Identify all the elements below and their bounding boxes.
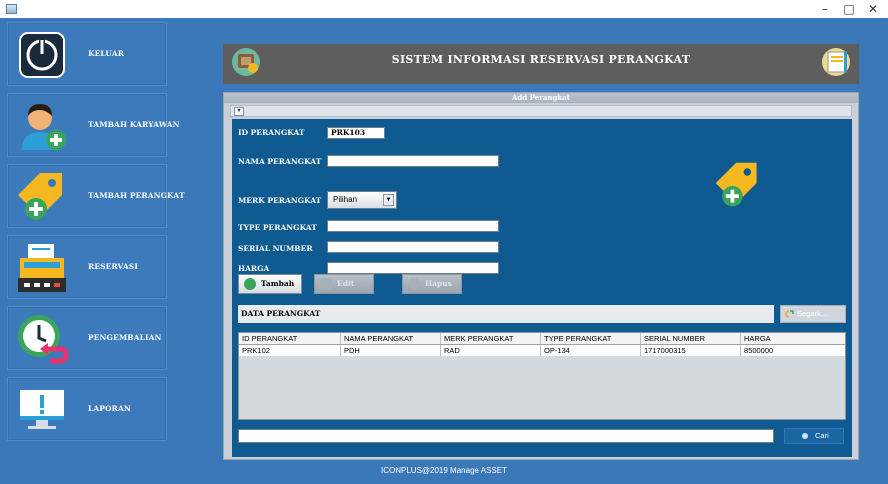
- java-app-icon: [6, 4, 17, 14]
- window-title-bar: – □ ✕: [0, 0, 888, 18]
- plus-icon: [244, 278, 256, 290]
- column-header[interactable]: ID PERANGKAT: [239, 333, 341, 344]
- add-perangkat-frame: Add Perangkat ▾ ID PERANGKAT PRK103 NAMA…: [223, 92, 859, 460]
- table-cell: PRK102: [239, 345, 341, 356]
- merk-selected-value: Pilihan: [333, 195, 358, 204]
- sidebar-item-label: LAPORAN: [88, 404, 131, 413]
- data-table[interactable]: ID PERANGKAT NAMA PERANGKAT MERK PERANGK…: [238, 332, 846, 420]
- refresh-label: Segark...: [797, 309, 828, 318]
- clock-return-icon: [18, 315, 69, 364]
- data-perangkat-title: DATA PERANGKAT: [241, 309, 321, 318]
- app-header: SISTEM INFORMASI RESERVASI PERANGKAT: [223, 44, 859, 84]
- form-panel: ID PERANGKAT PRK103 NAMA PERANGKAT MERK …: [232, 119, 852, 457]
- harga-label: HARGA: [238, 264, 270, 273]
- footer-text: ICONPLUS@2019 Manage ASSET: [381, 466, 507, 475]
- sidebar-item-tambah-perangkat[interactable]: TAMBAH PERANGKAT: [7, 164, 185, 228]
- main-area: KELUAR TAMBAH KARYAWAN TAMBAH PERANGKAT: [0, 18, 888, 484]
- power-icon: [19, 32, 65, 78]
- cash-register-icon: [18, 244, 66, 292]
- delete-icon: [408, 278, 420, 290]
- sidebar-item-label: KELUAR: [88, 49, 125, 58]
- table-cell: 1717000315: [641, 345, 741, 356]
- column-header[interactable]: HARGA: [741, 333, 845, 344]
- search-button[interactable]: Cari: [784, 428, 844, 444]
- sidebar-item-tambah-karyawan[interactable]: TAMBAH KARYAWAN: [7, 93, 180, 157]
- frame-toolstrip: ▾: [230, 105, 852, 117]
- harga-field[interactable]: [327, 262, 499, 274]
- table-cell: 8500000: [744, 346, 774, 355]
- nama-perangkat-field[interactable]: [327, 155, 499, 167]
- nama-perangkat-label: NAMA PERANGKAT: [238, 157, 322, 166]
- sidebar-item-label: PENGEMBALIAN: [88, 333, 162, 342]
- refresh-icon: [785, 310, 794, 318]
- edit-button[interactable]: Edit: [314, 274, 374, 294]
- table-cell: OP-134: [541, 345, 641, 356]
- merk-perangkat-dropdown[interactable]: Pilihan ▼: [327, 191, 397, 209]
- maximize-button[interactable]: □: [838, 1, 860, 17]
- type-perangkat-label: TYPE PERANGKAT: [238, 223, 317, 232]
- sidebar-item-keluar[interactable]: KELUAR: [7, 22, 167, 86]
- sidebar-item-label: TAMBAH PERANGKAT: [88, 191, 185, 200]
- add-tag-icon: [18, 173, 62, 220]
- data-perangkat-bar: DATA PERANGKAT: [238, 305, 774, 323]
- sidebar-item-label: RESERVASI: [88, 262, 138, 271]
- add-tag-icon: [715, 162, 757, 207]
- sidebar-item-laporan[interactable]: LAPORAN: [7, 377, 167, 441]
- collapse-button[interactable]: ▾: [234, 107, 244, 116]
- edit-icon: [320, 278, 332, 290]
- chevron-down-icon: ▼: [383, 194, 394, 206]
- tambah-button[interactable]: Tambah: [238, 274, 302, 294]
- column-header[interactable]: MERK PERANGKAT: [441, 333, 541, 344]
- serial-number-field[interactable]: [327, 241, 499, 253]
- id-perangkat-field[interactable]: PRK103: [327, 127, 385, 139]
- refresh-button[interactable]: Segark...: [780, 305, 846, 323]
- sidebar-item-reservasi[interactable]: RESERVASI: [7, 235, 167, 299]
- close-button[interactable]: ✕: [862, 1, 884, 17]
- search-icon: [802, 433, 808, 439]
- table-cell: RAD: [441, 345, 541, 356]
- id-perangkat-label: ID PERANGKAT: [238, 128, 305, 137]
- document-icon: [822, 48, 850, 76]
- monitor-alert-icon: [20, 390, 64, 429]
- minimize-button[interactable]: –: [814, 1, 836, 17]
- serial-number-label: SERIAL NUMBER: [238, 244, 313, 253]
- table-header: ID PERANGKAT NAMA PERANGKAT MERK PERANGK…: [239, 333, 845, 345]
- type-perangkat-field[interactable]: [327, 220, 499, 232]
- column-header[interactable]: TYPE PERANGKAT: [541, 333, 641, 344]
- column-header[interactable]: SERIAL NUMBER: [641, 333, 741, 344]
- add-user-icon: [22, 104, 66, 150]
- frame-title: Add Perangkat: [224, 93, 858, 103]
- tambah-label: Tambah: [261, 279, 295, 288]
- table-row[interactable]: PRK102 PDH RAD OP-134 1717000315 8500000: [239, 345, 845, 356]
- sidebar-item-label: TAMBAH KARYAWAN: [88, 120, 180, 129]
- column-header[interactable]: NAMA PERANGKAT: [341, 333, 441, 344]
- hapus-button[interactable]: Hapus: [402, 274, 462, 294]
- hapus-label: Hapus: [425, 279, 452, 288]
- app-title: SISTEM INFORMASI RESERVASI PERANGKAT: [391, 53, 691, 66]
- search-label: Cari: [815, 431, 829, 440]
- merk-perangkat-label: MERK PERANGKAT: [238, 196, 322, 205]
- table-cell: PDH: [341, 345, 441, 356]
- search-input[interactable]: [238, 429, 774, 443]
- sidebar-item-pengembalian[interactable]: PENGEMBALIAN: [7, 306, 167, 370]
- edit-label: Edit: [337, 279, 355, 288]
